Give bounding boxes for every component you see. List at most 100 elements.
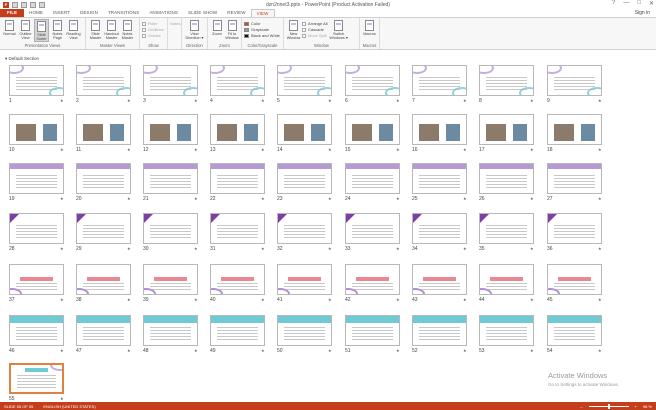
slide-thumbnail[interactable] <box>210 114 265 145</box>
sign-in-link[interactable]: Sign in <box>635 10 650 16</box>
slide-thumbnail[interactable] <box>479 315 534 346</box>
color-button[interactable]: Color <box>244 21 281 26</box>
zoom-slider[interactable] <box>588 403 629 409</box>
slide-thumbnail[interactable] <box>76 114 131 145</box>
zoom-slider-thumb[interactable] <box>607 403 610 409</box>
slide-thumbnail[interactable] <box>9 114 64 145</box>
slide-thumbnail[interactable] <box>76 213 131 244</box>
outline-view-button[interactable]: Outline View <box>18 19 33 42</box>
slide-thumbnail[interactable] <box>479 264 534 295</box>
slide-thumbnail[interactable] <box>277 65 332 96</box>
maximize-button[interactable]: □ <box>637 0 641 7</box>
slide-thumbnail[interactable] <box>277 315 332 346</box>
slide-thumbnail[interactable] <box>479 65 534 96</box>
tab-home[interactable]: HOME <box>24 9 48 17</box>
slide-thumbnail[interactable] <box>76 264 131 295</box>
slide-thumbnail[interactable] <box>76 315 131 346</box>
slide-thumbnail[interactable] <box>345 213 400 244</box>
slide-thumbnail[interactable] <box>277 213 332 244</box>
gridlines-checkbox[interactable]: Gridlines <box>142 27 165 32</box>
zoom-in-icon[interactable]: + <box>635 404 637 409</box>
macros-button[interactable]: Macros <box>362 19 377 36</box>
slide-thumbnail[interactable] <box>9 264 64 295</box>
slide-thumbnail[interactable] <box>412 213 467 244</box>
help-button[interactable]: ? <box>612 0 615 7</box>
language-indicator[interactable]: ENGLISH (UNITED STATES) <box>43 404 95 409</box>
slide-thumbnail[interactable] <box>412 114 467 145</box>
slide-thumbnail[interactable] <box>143 163 198 194</box>
tab-insert[interactable]: INSERT <box>48 9 75 17</box>
slide-thumbnail[interactable] <box>9 363 64 394</box>
slide-thumbnail[interactable] <box>9 213 64 244</box>
slide-sorter-pane[interactable]: ▾ Default Section 1 ★ 2 ★ 3 ★ 4 ★ 5 ★ 6 ★ 7 ★ 8 ★ 9 ★ 10 ★ 1… <box>0 50 656 402</box>
slide-thumbnail[interactable] <box>143 114 198 145</box>
slide-thumbnail[interactable] <box>143 315 198 346</box>
slide-thumbnail[interactable] <box>210 65 265 96</box>
reading-view-button[interactable]: Reading View <box>66 19 81 42</box>
slide-thumbnail[interactable] <box>479 114 534 145</box>
slide-thumbnail[interactable] <box>547 264 602 295</box>
tab-review[interactable]: REVIEW <box>222 9 250 17</box>
slide-thumbnail[interactable] <box>345 65 400 96</box>
tab-animations[interactable]: ANIMATIONS <box>144 9 183 17</box>
slide-thumbnail[interactable] <box>479 163 534 194</box>
tab-design[interactable]: DESIGN <box>75 9 103 17</box>
slide-thumbnail[interactable] <box>345 163 400 194</box>
slide-thumbnail[interactable] <box>143 213 198 244</box>
slide-thumbnail[interactable] <box>277 114 332 145</box>
slide-thumbnail[interactable] <box>210 213 265 244</box>
slide-thumbnail[interactable] <box>9 65 64 96</box>
slide-thumbnail[interactable] <box>412 264 467 295</box>
slide-thumbnail[interactable] <box>210 264 265 295</box>
slide-thumbnail[interactable] <box>345 264 400 295</box>
slide-thumbnail[interactable] <box>345 315 400 346</box>
tab-view[interactable]: VIEW <box>250 9 275 17</box>
cascade-button[interactable]: Cascade <box>302 27 328 32</box>
slide-thumbnail[interactable] <box>547 114 602 145</box>
notes-master-button[interactable]: Notes Master <box>120 19 135 40</box>
view-direction-button[interactable]: View Direction ▾ <box>184 19 205 40</box>
slide-thumbnail[interactable] <box>479 213 534 244</box>
zoom-button[interactable]: Zoom <box>210 19 224 40</box>
zoom-out-icon[interactable]: – <box>580 404 582 409</box>
close-button[interactable]: ✕ <box>649 0 654 7</box>
slide-thumbnail[interactable] <box>547 315 602 346</box>
switch-windows-button[interactable]: Switch Windows ▾ <box>329 19 349 40</box>
slide-thumbnail[interactable] <box>412 163 467 194</box>
arrange-all-button[interactable]: Arrange All <box>302 21 328 26</box>
slide-thumbnail[interactable] <box>277 264 332 295</box>
fit-to-window-button[interactable]: Fit to Window <box>225 19 239 40</box>
tab-file[interactable]: FILE <box>0 9 25 17</box>
slide-thumbnail[interactable] <box>547 65 602 96</box>
guides-checkbox[interactable]: Guides <box>142 33 165 38</box>
new-window-button[interactable]: New Window <box>286 19 301 40</box>
slide-thumbnail[interactable] <box>76 65 131 96</box>
slide-thumbnail[interactable] <box>412 315 467 346</box>
slide-sorter-button[interactable]: Slide Sorter <box>34 19 49 42</box>
notes-button[interactable]: Notes <box>170 21 180 26</box>
slide-thumbnail[interactable] <box>345 114 400 145</box>
ruler-checkbox[interactable]: Ruler <box>142 21 165 26</box>
zoom-level[interactable]: 98 % <box>643 404 652 409</box>
slide-thumbnail[interactable] <box>547 213 602 244</box>
slide-thumbnail[interactable] <box>210 163 265 194</box>
tab-slide-show[interactable]: SLIDE SHOW <box>183 9 222 17</box>
section-header[interactable]: ▾ Default Section <box>5 56 39 62</box>
slide-thumbnail[interactable] <box>277 163 332 194</box>
grayscale-button[interactable]: Grayscale <box>244 27 281 32</box>
slide-thumbnail[interactable] <box>547 163 602 194</box>
normal-view-button[interactable]: Normal <box>2 19 17 42</box>
slide-thumbnail[interactable] <box>143 264 198 295</box>
black-and-white-button[interactable]: Black and White <box>244 33 281 38</box>
slide-thumbnail[interactable] <box>412 65 467 96</box>
slide-thumbnail[interactable] <box>210 315 265 346</box>
tab-transitions[interactable]: TRANSITIONS <box>103 9 144 17</box>
move-split-button[interactable]: Move Split <box>302 33 328 38</box>
notes-page-button[interactable]: Notes Page <box>50 19 65 42</box>
slide-thumbnail[interactable] <box>76 163 131 194</box>
handout-master-button[interactable]: Handout Master <box>104 19 119 40</box>
slide-thumbnail[interactable] <box>143 65 198 96</box>
minimize-button[interactable]: — <box>623 0 629 7</box>
slide-thumbnail[interactable] <box>9 163 64 194</box>
slide-thumbnail[interactable] <box>9 315 64 346</box>
